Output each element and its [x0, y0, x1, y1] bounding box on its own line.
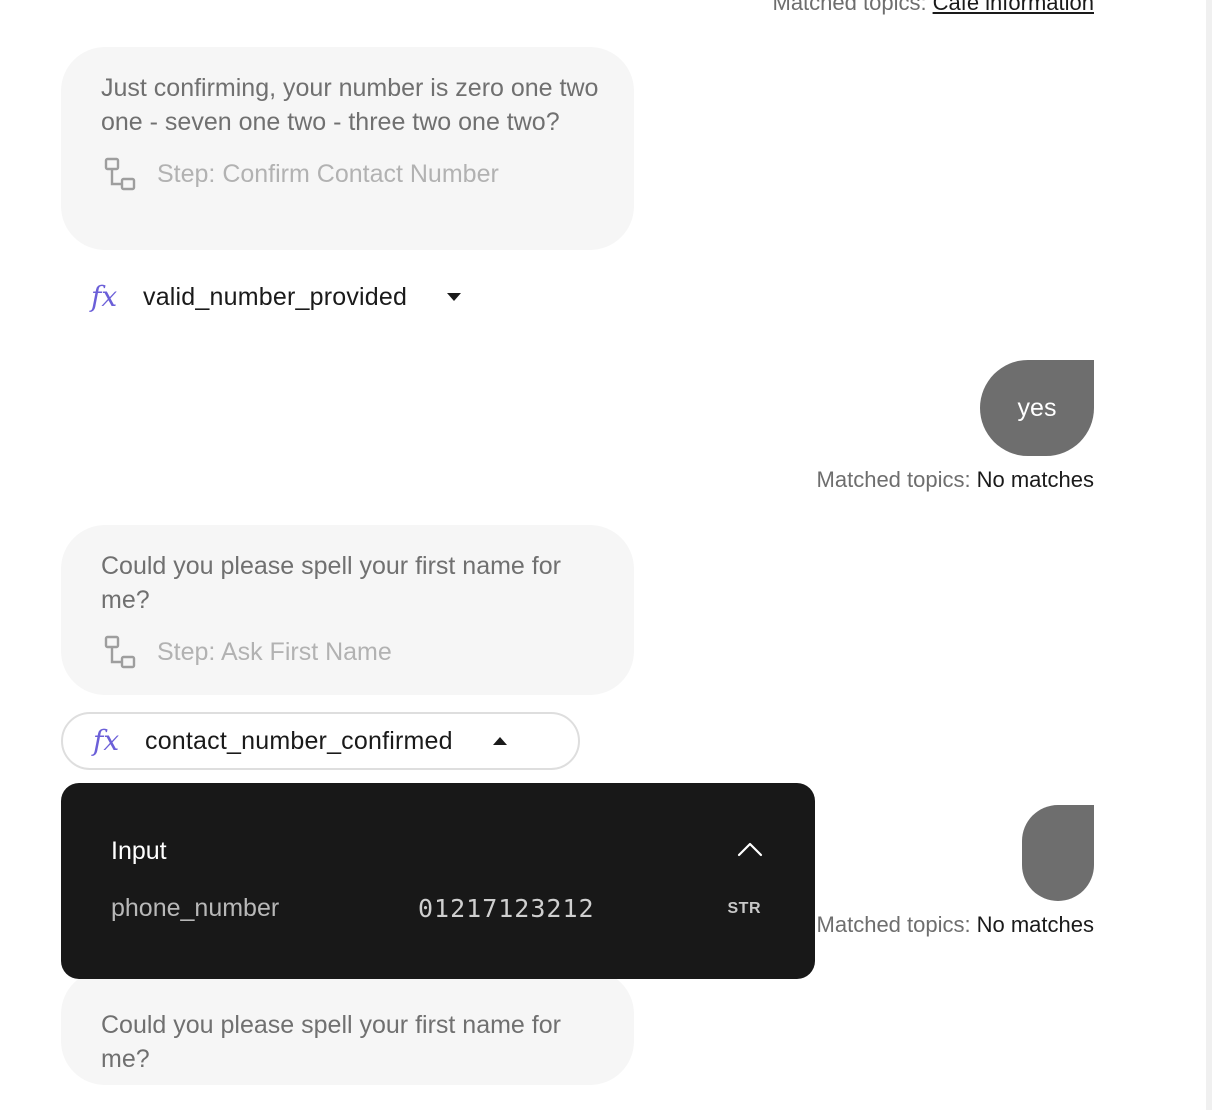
bot-message-text: Just confirming, your number is zero one… — [101, 74, 599, 136]
function-name: contact_number_confirmed — [145, 726, 453, 755]
flow-step-icon — [104, 635, 136, 669]
user-message — [1022, 805, 1094, 901]
user-message-text: yes — [1017, 393, 1057, 422]
matched-topics-label: Matched topics: — [772, 0, 927, 15]
input-param-name: phone_number — [111, 894, 280, 922]
function-call-chip[interactable]: fx contact_number_confirmed — [61, 712, 580, 770]
bot-message-text: Could you please spell your first name f… — [101, 552, 561, 614]
function-input-popover: Input phone_number 01217123212 STR — [61, 783, 815, 979]
step-indicator[interactable]: Step: Confirm Contact Number — [101, 155, 604, 193]
matched-topics-label: Matched topics: — [816, 467, 971, 492]
bot-message: Could you please spell your first name f… — [61, 970, 634, 1085]
input-param-value: 01217123212 — [418, 894, 595, 923]
chat-transcript: Matched topics: Cafe information Just con… — [0, 0, 1212, 1110]
function-call-chip[interactable]: fx valid_number_provided — [61, 268, 462, 326]
bot-message: Could you please spell your first name f… — [61, 525, 634, 695]
matched-topics-value: No matches — [976, 467, 1094, 492]
popover-title: Input — [111, 837, 167, 865]
matched-topics-value: No matches — [976, 912, 1094, 937]
caret-up-icon — [492, 737, 507, 745]
step-label: Step: Ask First Name — [157, 637, 392, 666]
matched-topics-row: Matched topics: No matches — [817, 912, 1094, 938]
flow-step-icon — [104, 157, 136, 191]
function-name: valid_number_provided — [143, 282, 408, 311]
matched-topics-row: Matched topics: Cafe information — [773, 0, 1095, 16]
step-indicator[interactable]: Step: Ask First Name — [101, 633, 604, 671]
matched-topic-link[interactable]: Cafe information — [933, 0, 1094, 15]
input-param-type: STR — [727, 900, 761, 917]
matched-topics-row: Matched topics: No matches — [817, 467, 1094, 493]
bot-message-text: Could you please spell your first name f… — [101, 1011, 561, 1073]
fx-icon: fx — [93, 724, 120, 757]
matched-topics-label: Matched topics: — [816, 912, 971, 937]
chevron-up-icon[interactable] — [737, 841, 763, 857]
bot-message: Just confirming, your number is zero one… — [61, 47, 634, 250]
step-label: Step: Confirm Contact Number — [157, 159, 499, 188]
scrollbar[interactable] — [1206, 0, 1212, 1110]
caret-down-icon — [447, 293, 462, 301]
fx-icon: fx — [91, 280, 118, 313]
user-message: yes — [980, 360, 1094, 456]
